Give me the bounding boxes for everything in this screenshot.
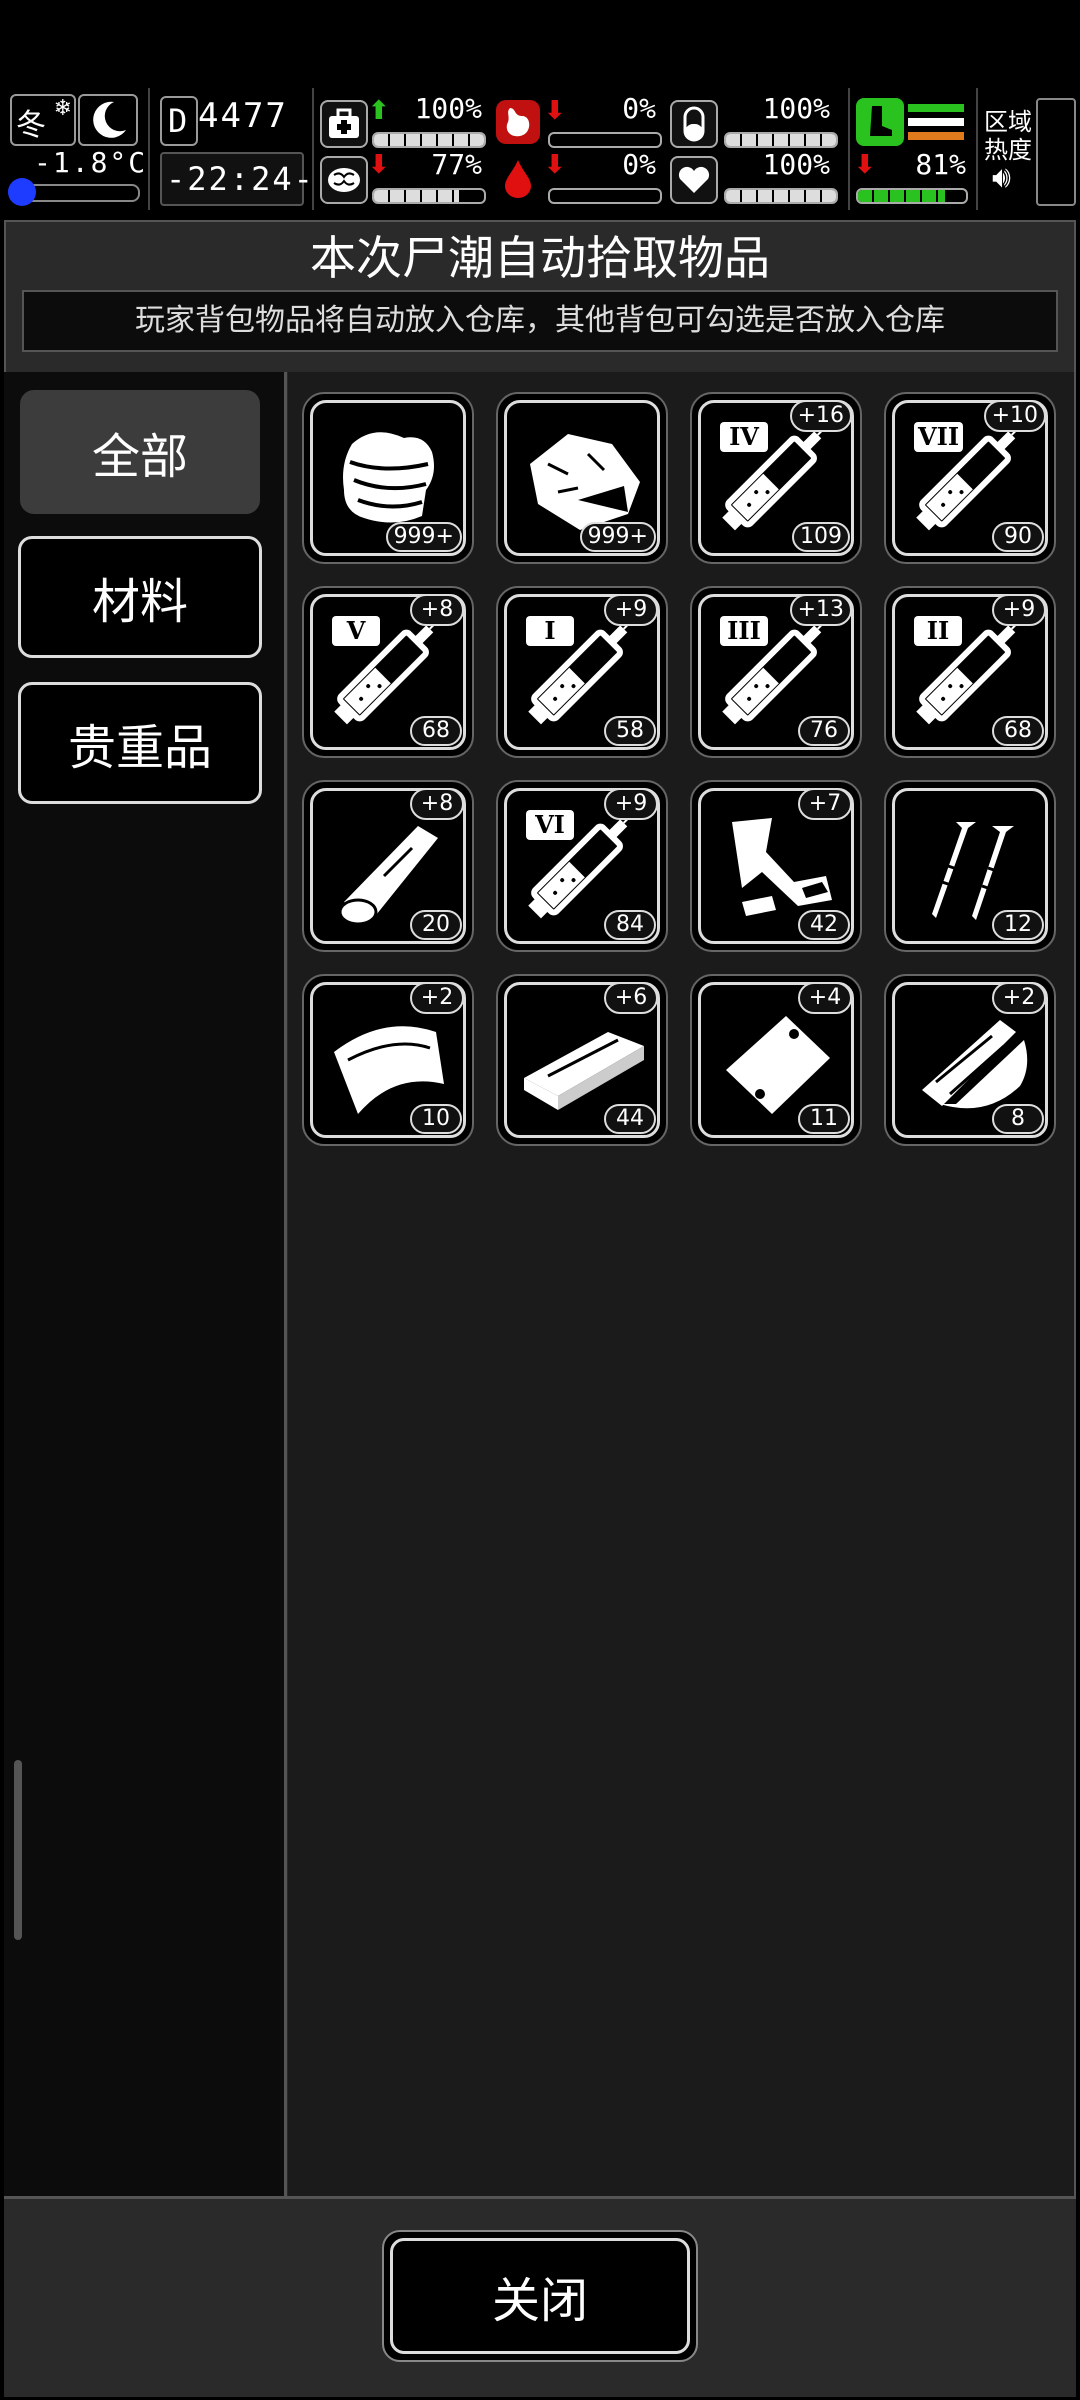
- hunger-value: 0%: [622, 92, 656, 125]
- item-count: 12: [992, 910, 1044, 940]
- zone-heat-meter: [1036, 98, 1076, 206]
- close-button[interactable]: 关闭: [382, 2230, 698, 2362]
- item-slot[interactable]: +6 44: [496, 974, 668, 1146]
- status-bar: 冬 ❄ ✦ -1.8°C D 4477 -22:24- ⬆ 100% ⬇ 0% …: [0, 88, 1080, 210]
- item-bonus-badge: +8: [410, 788, 464, 820]
- stamina-value: 81%: [915, 148, 966, 181]
- item-slot[interactable]: +2 8: [884, 974, 1056, 1146]
- tab-all[interactable]: 全部: [20, 390, 260, 514]
- item-count: 109: [792, 522, 850, 552]
- item-bonus-badge: +16: [789, 400, 852, 432]
- stamina-bar: [856, 188, 968, 204]
- item-bonus-badge: +7: [798, 788, 852, 820]
- item-tier-badge: VI: [526, 810, 574, 840]
- season-box: 冬 ❄: [10, 94, 76, 146]
- item-tier-badge: III: [720, 616, 768, 646]
- mood-value: 100%: [762, 92, 830, 125]
- temperature-label: -1.8°C: [34, 146, 148, 179]
- item-bonus-badge: +4: [798, 982, 852, 1014]
- item-count: 68: [410, 716, 462, 746]
- thirst-bar: [548, 188, 662, 204]
- heart-value: 100%: [762, 148, 830, 181]
- health-value: 100%: [414, 92, 482, 125]
- dialog-title: 本次尸潮自动拾取物品: [310, 231, 770, 285]
- speaker-icon[interactable]: 🔊︎: [992, 160, 1011, 195]
- temperature-knob: [8, 178, 36, 206]
- boot-icon: [856, 98, 904, 146]
- heart-bar: [724, 188, 838, 204]
- item-tier-badge: IV: [720, 422, 768, 452]
- item-bonus-badge: +2: [992, 982, 1046, 1014]
- divider: [312, 88, 314, 210]
- item-count: 76: [798, 716, 850, 746]
- item-bonus-badge: +9: [992, 594, 1046, 626]
- moon-icon: ✦: [93, 101, 126, 138]
- item-slot[interactable]: +4 11: [690, 974, 862, 1146]
- sanity-value: 77%: [431, 148, 482, 181]
- tab-valuables[interactable]: 贵重品: [18, 682, 262, 804]
- item-tier-badge: VII: [914, 422, 964, 452]
- divider: [148, 88, 150, 210]
- close-button-label: 关闭: [390, 2238, 690, 2354]
- item-bonus-badge: +13: [789, 594, 852, 626]
- tab-materials[interactable]: 材料: [18, 536, 262, 658]
- stamina-stripe-white: [908, 118, 964, 126]
- item-tier-badge: V: [332, 616, 380, 646]
- item-slot[interactable]: 999+: [302, 392, 474, 564]
- item-count: 10: [410, 1104, 462, 1134]
- item-count: 90: [992, 522, 1044, 552]
- item-slot[interactable]: VII +10 90: [884, 392, 1056, 564]
- item-count: 42: [798, 910, 850, 940]
- item-count: 8: [992, 1104, 1044, 1134]
- item-count: 68: [992, 716, 1044, 746]
- stamina-stripe-orange: [908, 132, 964, 140]
- item-count: 58: [604, 716, 656, 746]
- item-count: 999+: [385, 522, 462, 552]
- item-slot[interactable]: +8 20: [302, 780, 474, 952]
- item-slot[interactable]: +7 42: [690, 780, 862, 952]
- item-bonus-badge: +9: [604, 788, 658, 820]
- item-slot[interactable]: IV +16 109: [690, 392, 862, 564]
- item-count: 999+: [579, 522, 656, 552]
- item-tier-badge: I: [526, 616, 574, 646]
- hunger-bar: [548, 132, 662, 148]
- item-slot[interactable]: I +9 58: [496, 586, 668, 758]
- item-bonus-badge: +2: [410, 982, 464, 1014]
- item-slot[interactable]: III +13 76: [690, 586, 862, 758]
- item-slot[interactable]: +2 10: [302, 974, 474, 1146]
- svg-text:✦: ✦: [96, 105, 106, 119]
- item-bonus-badge: +10: [983, 400, 1046, 432]
- clock-box: -22:24-: [160, 152, 313, 206]
- sanity-bar: [372, 188, 486, 204]
- day-prefix-box: D: [160, 96, 198, 146]
- mood-bar: [724, 132, 838, 148]
- item-bonus-badge: +8: [410, 594, 464, 626]
- clock-label: -22:24-: [166, 160, 315, 198]
- sidebar-scrollbar[interactable]: [14, 1760, 22, 1940]
- item-count: 44: [604, 1104, 656, 1134]
- item-bonus-badge: +9: [604, 594, 658, 626]
- item-slot[interactable]: VI +9 84: [496, 780, 668, 952]
- night-box: ✦: [78, 94, 138, 146]
- day-prefix: D: [168, 102, 188, 140]
- snowflake-icon: ❄: [53, 96, 72, 121]
- item-tier-badge: II: [914, 616, 962, 646]
- health-bar: [372, 132, 486, 148]
- item-count: 11: [798, 1104, 850, 1134]
- item-bonus-badge: +6: [604, 982, 658, 1014]
- item-count: 20: [410, 910, 462, 940]
- dialog-subtitle: 玩家背包物品将自动放入仓库，其他背包可勾选是否放入仓库: [22, 290, 1058, 352]
- stamina-stripe-green: [908, 104, 964, 112]
- item-slot[interactable]: 12: [884, 780, 1056, 952]
- item-slot[interactable]: II +9 68: [884, 586, 1056, 758]
- day-counter: 4477: [198, 96, 288, 136]
- divider: [976, 88, 978, 210]
- thirst-value: 0%: [622, 148, 656, 181]
- season-label: 冬: [16, 108, 46, 143]
- item-slot[interactable]: 999+: [496, 392, 668, 564]
- item-count: 84: [604, 910, 656, 940]
- item-slot[interactable]: V +8 68: [302, 586, 474, 758]
